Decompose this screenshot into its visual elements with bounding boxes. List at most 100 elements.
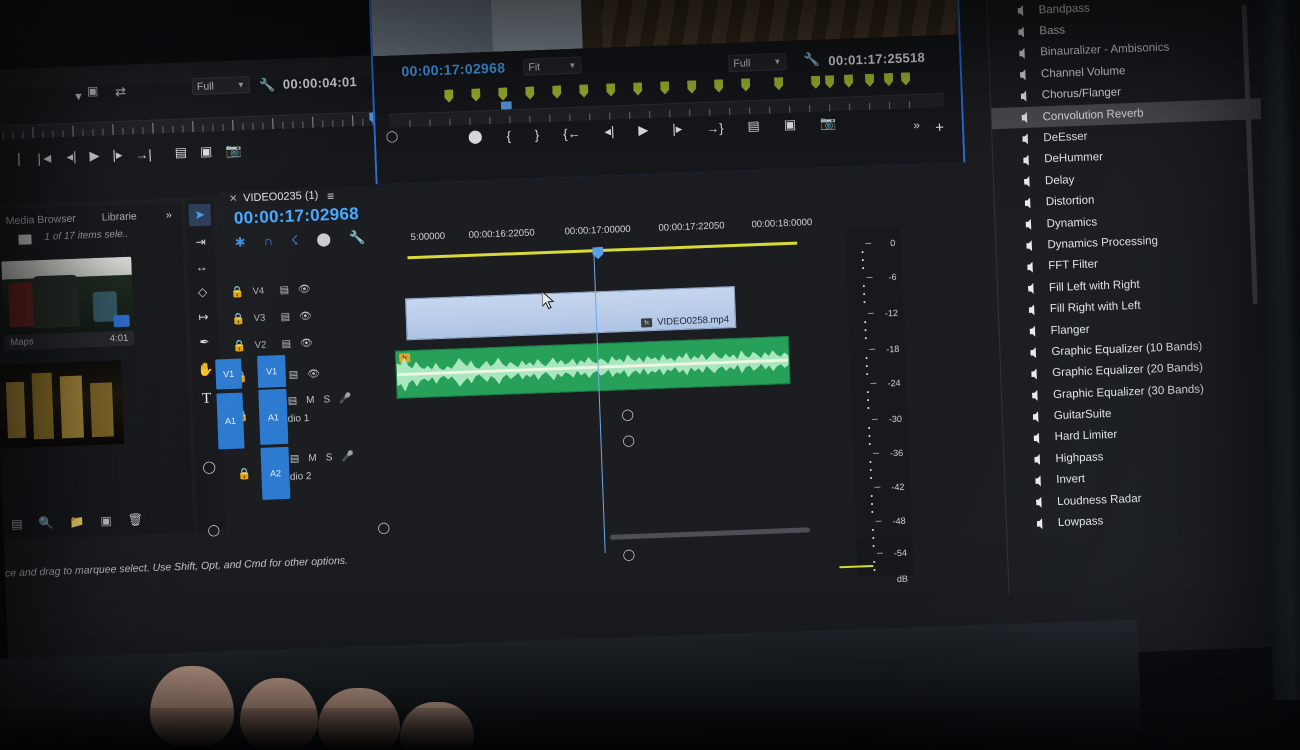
new-bin-icon[interactable]: 📁	[69, 515, 84, 530]
eye-icon[interactable]: 👁	[307, 368, 320, 379]
source-monitor-timecode[interactable]: 00:00:17:02968	[401, 59, 505, 79]
mark-out-icon[interactable]: }	[535, 127, 540, 142]
go-to-in-icon[interactable]: |◄	[37, 150, 54, 166]
insert-icon[interactable]: ▤	[174, 144, 187, 160]
keyframe-handle-top[interactable]: ◯	[617, 298, 630, 311]
step-forward-icon[interactable]: |▸	[672, 121, 682, 137]
lock-icon[interactable]: 🔒	[232, 339, 246, 353]
audio-effects-menu[interactable]: AUNBandEQ AURoundTripAAC AUSampleDelay A…	[982, 0, 1299, 594]
microphone-icon[interactable]: 🎤	[339, 393, 352, 404]
new-item-icon[interactable]: ▣	[100, 514, 112, 528]
track-select-forward-tool[interactable]: ⇥	[186, 234, 215, 249]
selection-tool[interactable]: ➤	[188, 203, 212, 227]
timeline-zoom-icon[interactable]: ◯	[207, 523, 220, 536]
sync-lock-icon[interactable]: ▤	[279, 285, 289, 296]
marker-icon[interactable]: ⬤	[468, 128, 483, 145]
sync-lock-icon[interactable]: ▤	[289, 369, 299, 380]
keyframe-handle-bot[interactable]: ◯	[622, 434, 635, 447]
wrench-icon[interactable]: 🔧	[259, 77, 276, 94]
eye-icon[interactable]: 👁	[298, 284, 311, 295]
step-back-icon[interactable]: ◂|	[604, 123, 614, 139]
resize-icon[interactable]: ⇄	[115, 84, 126, 100]
mark-in-icon[interactable]: {	[506, 128, 511, 143]
export-frame-icon[interactable]: 📷	[225, 142, 242, 159]
keyframe-handle-mid[interactable]: ◯	[621, 408, 634, 421]
chevron-down-icon[interactable]: ▾	[75, 88, 82, 104]
program-monitor-timecode[interactable]: 00:00:04:01	[283, 74, 358, 92]
timeline-zoom-out-icon[interactable]: ◯	[377, 521, 390, 534]
zoom-out-icon[interactable]: ◯	[195, 459, 224, 474]
play-icon[interactable]: ▶	[638, 122, 649, 138]
go-to-in-icon[interactable]: {←	[563, 125, 581, 141]
mute-button[interactable]: M	[306, 395, 315, 406]
export-frame-icon[interactable]: 📷	[820, 115, 837, 132]
timeline-horizontal-scrollbar[interactable]	[610, 527, 811, 540]
solo-button[interactable]: S	[326, 452, 333, 463]
program-monitor-ruler[interactable]	[0, 110, 387, 140]
linked-selection-icon[interactable]: ☇	[291, 232, 299, 248]
go-to-out-icon[interactable]: →|	[135, 146, 152, 162]
target-track-a1[interactable]: A1	[258, 388, 289, 445]
source-patch-v1-left[interactable]: V1	[215, 358, 243, 390]
sync-lock-icon[interactable]: ▤	[288, 395, 298, 406]
play-icon[interactable]: ▶	[89, 148, 100, 164]
lock-icon[interactable]: 🔒	[230, 285, 244, 299]
tab-libraries[interactable]: Librarie	[102, 210, 137, 223]
marker-icon[interactable]: ❘	[13, 151, 24, 167]
search-icon[interactable]: 🔍	[38, 516, 53, 531]
pen-tool[interactable]: ✒	[190, 334, 219, 349]
timeline-canvas[interactable]: 5:00000 00:00:16:22050 00:00:17:00000 00…	[394, 216, 859, 562]
target-track-a2[interactable]: A2	[260, 446, 291, 500]
delete-icon[interactable]: 🗑	[127, 512, 143, 527]
target-track-v1[interactable]: V1	[257, 354, 287, 388]
screen-icon[interactable]: ▣	[87, 84, 99, 98]
lock-icon[interactable]: 🔒	[237, 467, 251, 481]
solo-button[interactable]: S	[323, 394, 330, 405]
wrench-icon[interactable]: 🔧	[803, 52, 820, 69]
panel-menu-icon[interactable]: ≡	[327, 189, 335, 203]
list-view-icon[interactable]: ▤	[11, 517, 23, 531]
source-patch-a1-left[interactable]: A1	[216, 392, 245, 450]
source-quality-dropdown[interactable]: Full ▼	[728, 52, 787, 73]
close-icon[interactable]: ✕	[229, 194, 238, 205]
go-to-out-icon[interactable]: →}	[706, 120, 724, 136]
tab-media-browser[interactable]: Media Browser	[6, 213, 76, 228]
ripple-edit-tool[interactable]: ↔	[187, 259, 216, 274]
wrench-icon[interactable]: 🔧	[349, 230, 366, 247]
source-fit-dropdown[interactable]: Fit ▼	[523, 56, 582, 76]
razor-tool[interactable]: ◇	[188, 284, 217, 299]
loop-icon[interactable]: ◯	[386, 130, 399, 143]
video-clip-video0258[interactable]: fx VIDEO0258.mp4	[404, 285, 737, 341]
source-overflow-icon[interactable]: »	[913, 118, 920, 132]
microphone-icon[interactable]: 🎤	[341, 451, 354, 462]
panel-overflow-icon[interactable]: »	[166, 209, 172, 221]
timeline-tab-name[interactable]: VIDEO0235 (1)	[243, 190, 319, 205]
step-forward-icon[interactable]: |▸	[112, 147, 122, 163]
program-quality-dropdown[interactable]: Full ▼	[191, 76, 251, 96]
marker-icon[interactable]: ⬤	[316, 231, 331, 248]
snap-magnet-icon[interactable]: ∩	[263, 233, 273, 249]
source-monitor-duration[interactable]: 00:01:17:25518	[828, 50, 925, 69]
track-header-a1[interactable]: 🔒 A1 ▤ M S 🎤 Audio 1	[226, 387, 418, 452]
timeline-zoom-in-icon[interactable]: ◯	[623, 548, 636, 561]
mute-button[interactable]: M	[308, 453, 317, 464]
overwrite-icon[interactable]: ▣	[784, 117, 797, 133]
sync-lock-icon[interactable]: ▤	[290, 453, 300, 464]
step-back-icon[interactable]: ◂|	[66, 149, 76, 165]
overwrite-icon[interactable]: ▣	[200, 144, 213, 160]
audio-meters-panel[interactable]: 0 -6 -12 -18 -24 -30 -36 -42 -48 -54 dB	[839, 225, 914, 584]
project-item-thumbnail-2[interactable]	[0, 360, 125, 449]
source-add-button[interactable]: +	[935, 119, 944, 136]
slip-tool[interactable]: ↦	[189, 309, 218, 324]
track-header-a2[interactable]: 🔒 A2 ▤ M S 🎤 Audio 2	[229, 445, 421, 510]
eye-icon[interactable]: 👁	[300, 338, 313, 349]
eye-icon[interactable]: 👁	[299, 311, 312, 322]
timeline-timecode[interactable]: 00:00:17:02968	[234, 204, 360, 229]
sync-lock-icon[interactable]: ▤	[280, 312, 290, 323]
lock-icon[interactable]: 🔒	[231, 312, 245, 326]
nest-icon[interactable]: ✱	[234, 234, 245, 250]
insert-icon[interactable]: ▤	[747, 118, 760, 134]
sync-lock-icon[interactable]: ▤	[281, 339, 291, 350]
project-item-thumbnail[interactable]: Maps 4:01	[1, 256, 135, 351]
audio-clip-a1[interactable]: fx	[394, 336, 791, 399]
